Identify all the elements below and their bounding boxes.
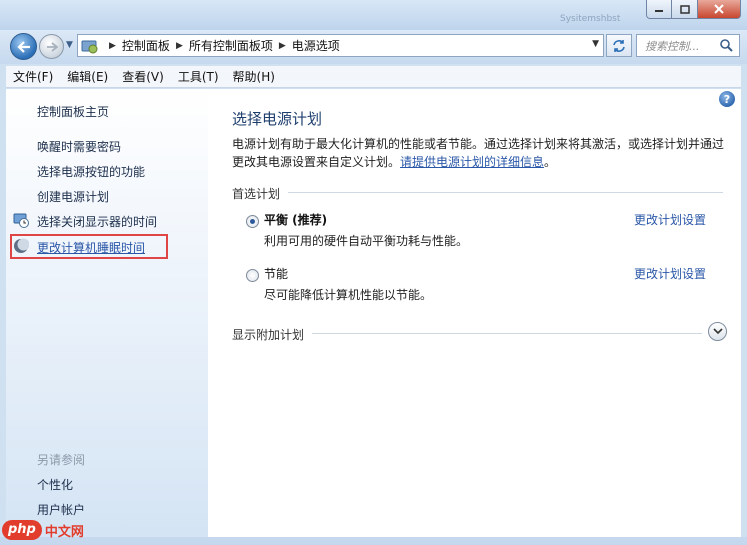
plan-details-link[interactable]: 请提供电源计划的详细信息: [400, 155, 544, 169]
sidebar-item-power-buttons[interactable]: 选择电源按钮的功能: [37, 163, 145, 180]
sidebar-item-home[interactable]: 控制面板主页: [37, 103, 109, 120]
search-placeholder: 搜索控制...: [645, 39, 700, 53]
navigation-bar: ▼ ▶ 控制面板 ▶ 所有控制面板项 ▶ 电源选项 ▼ 搜索控制...: [0, 30, 747, 64]
sidebar-item-wake-password[interactable]: 唤醒时需要密码: [37, 138, 121, 155]
see-also-heading: 另请参阅: [37, 453, 86, 467]
radio-selected-dot: [250, 219, 255, 224]
minimize-button[interactable]: [646, 0, 672, 19]
menu-file[interactable]: 文件(F): [6, 67, 60, 87]
forward-arrow-icon: [46, 41, 58, 52]
plan-radio-power-saver[interactable]: [246, 269, 259, 282]
sidebar-item-user-accounts[interactable]: 用户帐户: [37, 501, 85, 518]
moon-icon: [13, 238, 30, 254]
chevron-right-icon[interactable]: ▶: [279, 41, 286, 51]
plan-desc-balanced: 利用可用的硬件自动平衡功耗与性能。: [264, 234, 469, 248]
minimize-icon: [655, 10, 663, 12]
close-button[interactable]: [698, 0, 741, 19]
additional-plans-heading[interactable]: 显示附加计划: [232, 326, 304, 343]
chevron-right-icon: ▶: [109, 40, 116, 51]
sidebar-item-sleep-time[interactable]: 更改计算机睡眠时间: [37, 239, 145, 256]
watermark: php 中文网: [0, 520, 84, 540]
help-icon[interactable]: ?: [719, 91, 735, 107]
breadcrumb-control-panel[interactable]: 控制面板: [122, 37, 170, 54]
refresh-icon: [613, 39, 625, 52]
page-title: 选择电源计划: [232, 110, 323, 128]
menu-help[interactable]: 帮助(H): [226, 67, 282, 87]
window-ghost-text: Sysitemshbst: [560, 14, 621, 24]
chevron-down-icon[interactable]: ▼: [592, 39, 599, 49]
sidebar-item-create-plan[interactable]: 创建电源计划: [37, 188, 109, 205]
back-button[interactable]: [10, 33, 37, 60]
divider: [312, 333, 702, 334]
change-plan-settings-link[interactable]: 更改计划设置: [634, 211, 706, 228]
breadcrumb-all-items[interactable]: 所有控制面板项: [189, 37, 273, 54]
main-content: ? 选择电源计划 电源计划有助于最大化计算机的性能或者节能。通过选择计划来将其激…: [208, 89, 741, 537]
refresh-button[interactable]: [606, 34, 632, 57]
window-controls: [646, 0, 741, 19]
maximize-button[interactable]: [672, 0, 698, 19]
preferred-plans-heading: 首选计划: [232, 187, 281, 201]
forward-button[interactable]: [39, 34, 64, 59]
address-bar[interactable]: ▶ 控制面板 ▶ 所有控制面板项 ▶ 电源选项 ▼: [77, 34, 604, 57]
plan-desc-power-saver: 尽可能降低计算机性能以节能。: [264, 288, 433, 302]
sidebar-item-personalization[interactable]: 个性化: [37, 476, 73, 493]
chevron-down-icon: [712, 328, 723, 335]
plan-name-balanced[interactable]: 平衡 (推荐): [264, 211, 327, 228]
menu-view[interactable]: 查看(V): [115, 67, 171, 87]
monitor-clock-icon: [13, 212, 29, 228]
title-bar: Sysitemshbst: [0, 0, 747, 30]
menu-tools[interactable]: 工具(T): [171, 67, 226, 87]
sidebar: 控制面板主页 唤醒时需要密码 选择电源按钮的功能 创建电源计划 选择关闭显示器的…: [6, 89, 208, 537]
plan-radio-balanced[interactable]: [246, 215, 259, 228]
back-arrow-icon: [16, 40, 30, 53]
watermark-logo: php: [2, 520, 42, 540]
window-border: [0, 537, 747, 545]
search-icon[interactable]: [719, 38, 733, 55]
page-description: 电源计划有助于最大化计算机的性能或者节能。通过选择计划来将其激活，或选择计划并通…: [232, 137, 725, 169]
maximize-icon: [679, 4, 690, 14]
watermark-text: 中文网: [44, 524, 84, 540]
close-icon: [714, 4, 724, 14]
chevron-right-icon[interactable]: ▶: [176, 41, 183, 51]
menu-bar: 文件(F) 编辑(E) 查看(V) 工具(T) 帮助(H): [6, 66, 741, 88]
menu-edit[interactable]: 编辑(E): [60, 67, 115, 87]
breadcrumb-power-options[interactable]: 电源选项: [292, 37, 340, 54]
recent-pages-dropdown[interactable]: ▼: [66, 40, 73, 50]
change-plan-settings-link[interactable]: 更改计划设置: [634, 265, 706, 282]
plan-name-power-saver[interactable]: 节能: [264, 265, 288, 282]
search-input[interactable]: 搜索控制...: [636, 34, 740, 57]
expand-additional-plans-button[interactable]: [708, 322, 727, 341]
control-panel-icon: [81, 38, 99, 54]
divider: [288, 192, 723, 193]
sidebar-item-display-off[interactable]: 选择关闭显示器的时间: [37, 213, 157, 230]
